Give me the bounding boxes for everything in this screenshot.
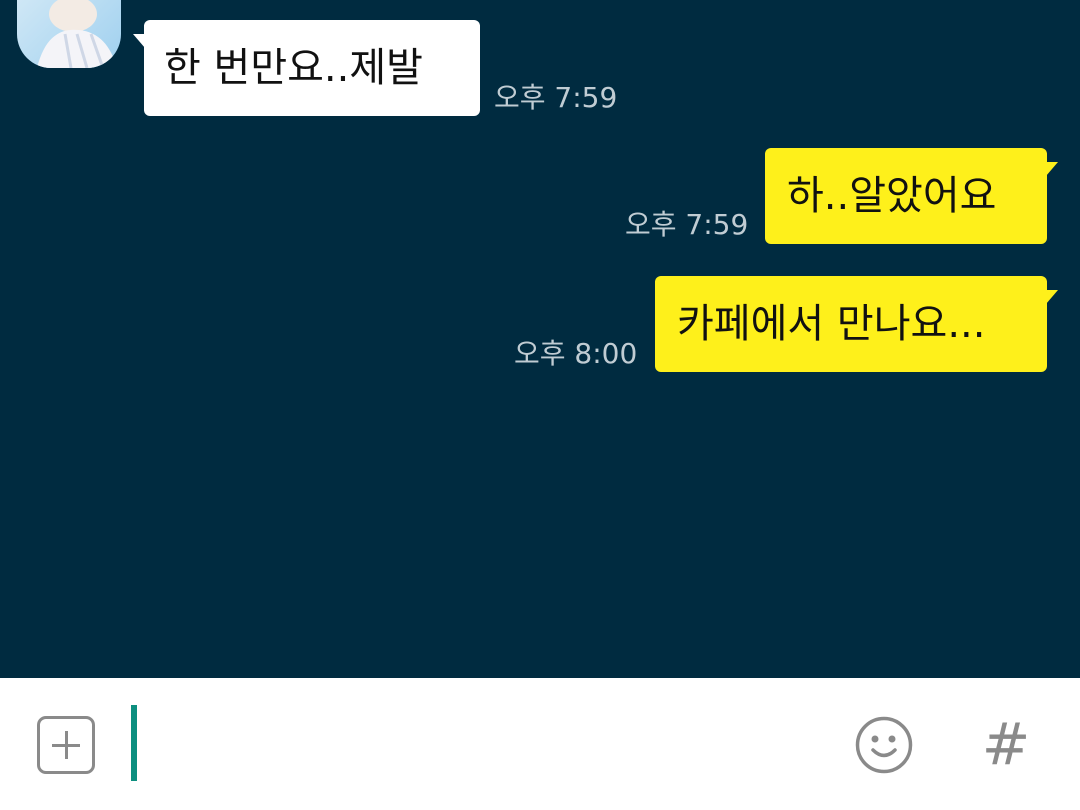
message-input[interactable] bbox=[146, 708, 826, 782]
message-text: 카페에서 만나요... bbox=[677, 301, 986, 347]
message-timestamp: 오후 7:59 bbox=[625, 208, 749, 241]
avatar[interactable] bbox=[17, 0, 121, 68]
message-text: 하..알았어요 bbox=[787, 173, 997, 219]
message-composer: # bbox=[0, 678, 1080, 810]
message-text: 한 번만요..제발 bbox=[164, 45, 423, 91]
emoji-icon[interactable] bbox=[854, 715, 914, 775]
message-timestamp: 오후 8:00 bbox=[514, 337, 638, 370]
avatar-photo bbox=[17, 0, 121, 68]
hash-icon[interactable]: # bbox=[980, 714, 1032, 774]
message-bubble-outgoing[interactable]: 카페에서 만나요... bbox=[655, 276, 1058, 372]
message-timestamp: 오후 7:59 bbox=[494, 81, 618, 114]
message-bubble-incoming[interactable]: 한 번만요..제발 bbox=[133, 20, 480, 116]
text-caret bbox=[131, 705, 137, 781]
chat-area[interactable]: 한 번만요..제발 오후 7:59 하..알았어요 오후 7:59 카페에서 만… bbox=[0, 0, 1080, 678]
message-bubble-outgoing[interactable]: 하..알았어요 bbox=[765, 148, 1058, 244]
plus-icon[interactable] bbox=[37, 716, 95, 774]
